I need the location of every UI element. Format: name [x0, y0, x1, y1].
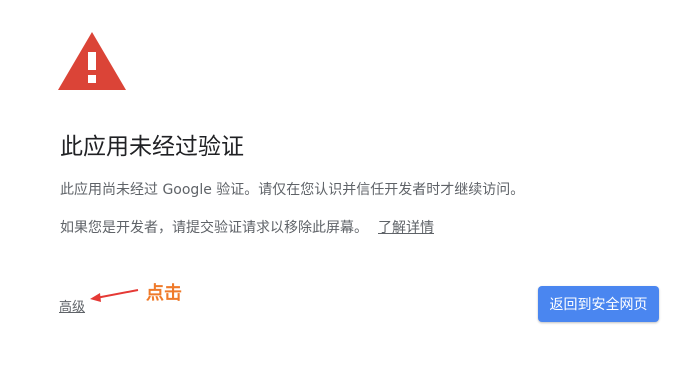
back-to-safety-button[interactable]: 返回到安全网页 — [538, 286, 659, 322]
learn-more-link[interactable]: 了解详情 — [378, 220, 434, 236]
annotation-click-label: 点击 — [146, 283, 182, 304]
unverified-description: 此应用尚未经过 Google 验证。请仅在您认识并信任开发者时才继续访问。 — [60, 182, 525, 198]
developer-note-text: 如果您是开发者，请提交验证请求以移除此屏幕。 — [60, 220, 368, 236]
warning-triangle-icon — [58, 32, 126, 90]
unverified-app-page: 此应用未经过验证 此应用尚未经过 Google 验证。请仅在您认识并信任开发者时… — [0, 0, 694, 378]
advanced-link[interactable]: 高级 — [59, 296, 85, 315]
page-title: 此应用未经过验证 — [60, 134, 244, 160]
annotation-arrow-icon — [90, 289, 139, 302]
developer-note: 如果您是开发者，请提交验证请求以移除此屏幕。 了解详情 — [60, 217, 434, 237]
